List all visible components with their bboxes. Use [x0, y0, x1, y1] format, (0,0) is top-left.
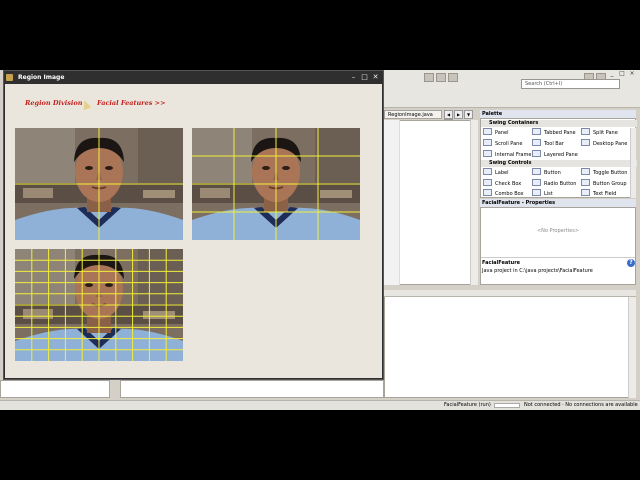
component-icon — [532, 150, 541, 157]
editor-scrollbar[interactable] — [470, 120, 478, 285]
toolbar-icon[interactable] — [448, 73, 458, 82]
palette-section-containers[interactable]: Swing Containers — [481, 120, 637, 127]
face-image-grid-fine — [15, 249, 183, 361]
editor-tab[interactable]: RegionImage.java — [384, 110, 442, 119]
palette-item[interactable]: Scroll Pane — [483, 139, 522, 148]
tab-left-icon[interactable]: ◀ — [444, 110, 453, 119]
properties-project-name: FacialFeature — [482, 260, 521, 266]
ide-minimize-button[interactable]: _ — [608, 70, 616, 78]
component-icon — [483, 179, 492, 186]
palette-section-controls[interactable]: Swing Controls — [481, 160, 637, 167]
palette-item[interactable]: Panel — [483, 128, 509, 137]
component-icon — [581, 139, 590, 146]
component-icon — [532, 179, 541, 186]
tab-list-icon[interactable]: ▼ — [464, 110, 473, 119]
region-division-link[interactable]: Region Division — [25, 99, 82, 107]
component-icon — [532, 139, 541, 146]
palette-item[interactable]: Split Pane — [581, 128, 618, 137]
output-panel — [384, 290, 636, 398]
palette-item[interactable]: Layered Pane — [532, 150, 578, 159]
component-icon — [483, 189, 492, 196]
palette-item[interactable]: Toggle Button — [581, 168, 627, 177]
component-icon — [483, 168, 492, 175]
status-progress-bar — [494, 403, 520, 408]
properties-project-desc: Java project in C:\java projects\FacialF… — [482, 268, 593, 274]
tab-right-icon[interactable]: ▶ — [454, 110, 463, 119]
ide-close-button[interactable]: × — [628, 70, 636, 78]
component-icon — [483, 128, 492, 135]
status-running-project: FacialFeature (run) — [444, 402, 491, 408]
ide-toolbar — [384, 70, 640, 108]
component-icon — [532, 128, 541, 135]
palette-item[interactable]: Tool Bar — [532, 139, 564, 148]
palette-item[interactable]: Combo Box — [483, 189, 524, 198]
face-photo — [15, 249, 183, 361]
toolbar-icon[interactable] — [436, 73, 446, 82]
minimize-button[interactable]: – — [349, 73, 358, 82]
component-icon — [483, 139, 492, 146]
toolbar-icon[interactable] — [424, 73, 434, 82]
component-icon — [581, 179, 590, 186]
palette-item[interactable]: Label — [483, 168, 509, 177]
palette-item[interactable]: Tabbed Pane — [532, 128, 576, 137]
ide-maximize-button[interactable]: □ — [618, 70, 626, 78]
properties-title: FacialFeature - Properties — [480, 199, 636, 208]
component-icon — [483, 150, 492, 157]
ide-search-input[interactable]: Search (Ctrl+I) — [521, 79, 620, 89]
editor-gutter — [384, 120, 400, 285]
navigator-panel-bottom — [120, 380, 384, 398]
palette-item[interactable]: List — [532, 189, 553, 198]
properties-empty-text: <No Properties> — [536, 228, 580, 234]
status-connection: Not connected · No connections are avail… — [524, 402, 638, 408]
palette-item[interactable]: Button Group — [581, 179, 627, 188]
face-photo — [192, 128, 360, 240]
facial-features-link[interactable]: Facial Features >> — [97, 99, 166, 107]
palette-item[interactable]: Desktop Pane — [581, 139, 627, 148]
output-header — [384, 290, 636, 297]
face-image-grid-medium — [192, 128, 360, 240]
editor-tab-nav: ◀▶▼□ — [444, 110, 478, 128]
output-scrollbar[interactable] — [628, 297, 636, 398]
palette-item[interactable]: Internal Frame — [483, 150, 531, 159]
palette-item[interactable]: Button — [532, 168, 561, 177]
palette-item[interactable]: Text Field — [581, 189, 616, 198]
component-icon — [581, 168, 590, 175]
window-title: Region Image — [18, 74, 65, 81]
palette-title: Palette — [480, 110, 636, 119]
projects-panel-bottom — [0, 380, 110, 398]
face-photo — [15, 128, 183, 240]
close-button[interactable]: ✕ — [371, 73, 380, 82]
palette-item[interactable]: Check Box — [483, 179, 521, 188]
face-image-grid-coarse — [15, 128, 183, 240]
maximize-button[interactable]: □ — [360, 73, 369, 82]
component-icon — [581, 189, 590, 196]
component-icon — [581, 128, 590, 135]
palette-scrollbar[interactable] — [630, 128, 636, 198]
component-icon — [532, 189, 541, 196]
palette-item[interactable]: Radio Button — [532, 179, 576, 188]
component-icon — [532, 168, 541, 175]
divider — [481, 257, 635, 258]
help-icon[interactable]: ? — [627, 259, 635, 267]
java-app-icon — [6, 74, 13, 81]
